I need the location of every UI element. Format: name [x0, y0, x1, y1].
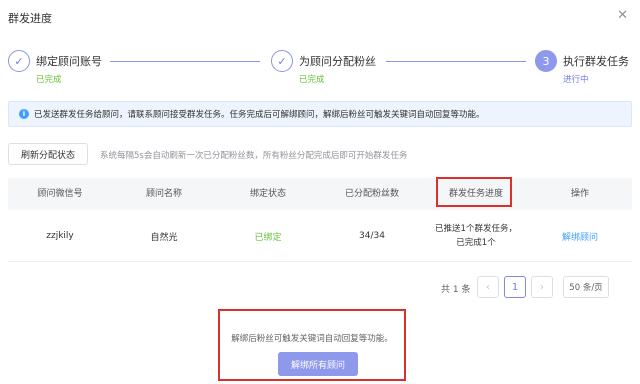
step-status: 已完成	[36, 75, 62, 85]
unbind-advisor-link[interactable]: 解绑顾问	[528, 210, 632, 262]
cell-fans: 34/34	[359, 231, 385, 241]
info-icon: i	[19, 109, 29, 119]
check-icon: ✓	[271, 50, 293, 72]
step-title: 执行群发任务	[563, 55, 629, 68]
prev-page-icon[interactable]: ‹	[477, 276, 499, 298]
highlight-box	[436, 177, 512, 207]
table-header: 顾问微信号 顾问名称 绑定状态 已分配粉丝数 群发任务进度 操作	[8, 178, 632, 210]
cell-progress: 已推送1个群发任务， 已完成1个	[424, 210, 528, 262]
dialog-title: 群发进度	[8, 12, 52, 25]
column-header: 绑定状态	[249, 189, 286, 199]
page-number-button[interactable]: 1	[504, 276, 526, 298]
close-icon[interactable]: ✕	[617, 8, 628, 23]
progress-line: 已完成1个	[456, 238, 496, 248]
table-row: zzjkily 自然光 已绑定 34/34 已推送1个群发任务， 已完成1个 解…	[8, 210, 632, 262]
step-number-icon: 3	[535, 50, 557, 72]
highlight-box: 解绑后粉丝可触发关键词自动回复等功能。 解绑所有顾问	[218, 309, 406, 381]
refresh-hint: 系统每隔5s会自动刷新一次已分配粉丝数，所有粉丝分配完成后即可开始群发任务	[100, 151, 408, 161]
column-header: 顾问名称	[145, 189, 182, 199]
dialog-header: 群发进度 ✕	[0, 0, 640, 34]
step-bind-advisor: ✓ 绑定顾问账号 已完成	[8, 50, 148, 90]
step-assign-fans: ✓ 为顾问分配粉丝 已完成	[271, 50, 411, 90]
step-execute-task: 3 执行群发任务 进行中	[535, 50, 635, 90]
cell-wechat-id: zzjkily	[46, 231, 74, 241]
cell-bind-status: 已绑定	[254, 232, 282, 243]
notice-text: 已发送群发任务给顾问，请联系顾问接受群发任务。任务完成后可解绑顾问，解绑后粉丝可…	[34, 110, 485, 120]
info-notice: i 已发送群发任务给顾问，请联系顾问接受群发任务。任务完成后可解绑顾问，解绑后粉…	[8, 101, 632, 127]
column-header: 已分配粉丝数	[344, 189, 399, 199]
step-title: 为顾问分配粉丝	[299, 55, 376, 68]
footer-hint: 解绑后粉丝可触发关键词自动回复等功能。	[231, 334, 393, 344]
next-page-icon[interactable]: ›	[531, 276, 553, 298]
refresh-status-button[interactable]: 刷新分配状态	[8, 143, 88, 165]
progress-line: 已推送1个群发任务，	[435, 224, 517, 234]
check-icon: ✓	[8, 50, 30, 72]
pagination-total: 共 1 条	[441, 285, 471, 295]
step-status: 进行中	[563, 75, 589, 85]
cell-name: 自然光	[150, 232, 178, 243]
column-header: 顾问微信号	[37, 189, 83, 199]
column-header: 操作	[570, 189, 589, 199]
step-connector	[386, 61, 526, 62]
page-size-select[interactable]: 50 条/页	[563, 276, 609, 298]
step-title: 绑定顾问账号	[36, 55, 102, 68]
unbind-all-button[interactable]: 解绑所有顾问	[278, 352, 358, 376]
step-status: 已完成	[299, 75, 325, 85]
step-connector	[110, 61, 260, 62]
